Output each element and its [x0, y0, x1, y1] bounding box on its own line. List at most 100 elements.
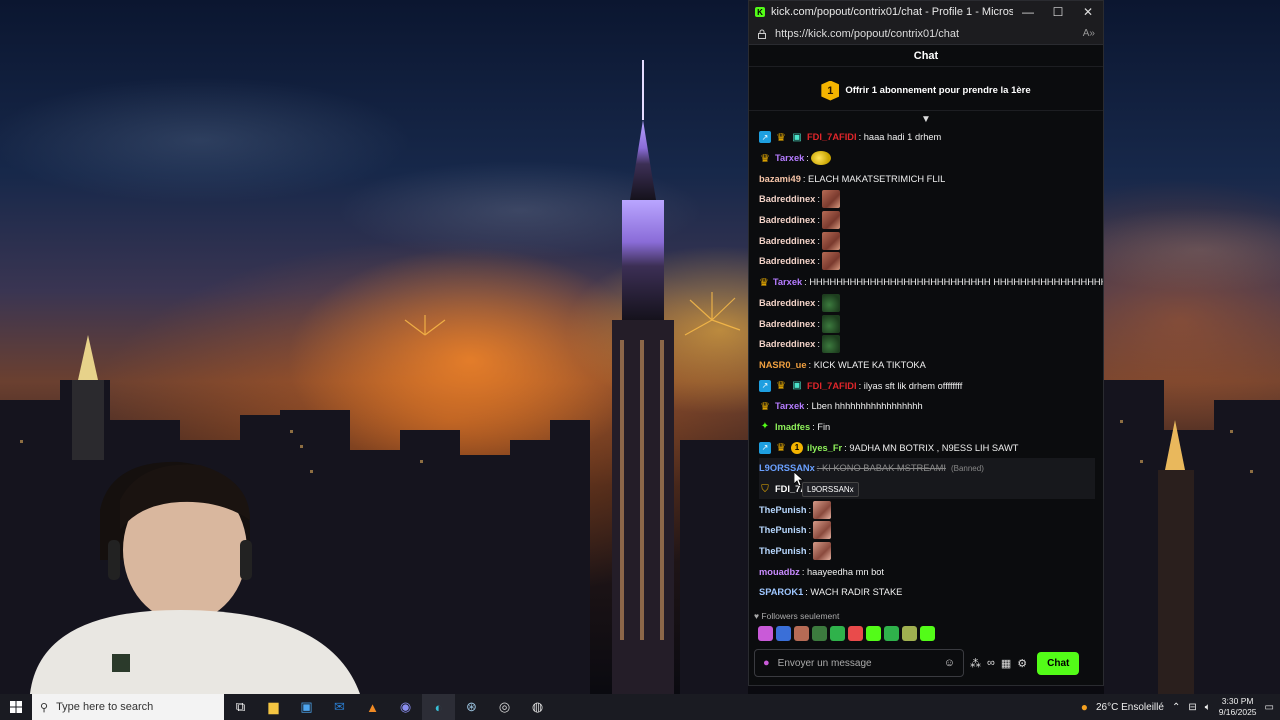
chat-message: ThePunish:: [759, 520, 1103, 541]
sub-banner-text: Offrir 1 abonnement pour prendre la 1ère: [845, 85, 1031, 96]
close-button[interactable]: ✕: [1073, 5, 1103, 19]
system-tray: ● 26°C Ensoleillé ⌃ ⊟ 🔈︎ 3:30 PM 9/16/20…: [1081, 696, 1280, 718]
emote-button[interactable]: [902, 626, 917, 641]
chevron-up-icon[interactable]: ⌃: [1172, 702, 1180, 713]
chat-text: : haayeedha mn bot: [801, 566, 884, 577]
edge-icon[interactable]: ◐: [422, 694, 455, 720]
store-app-icon[interactable]: ▣: [290, 699, 323, 715]
obs-icon[interactable]: ◎: [488, 699, 521, 715]
notification-icon[interactable]: ▭: [1265, 702, 1274, 713]
chat-username[interactable]: Tarxek: [773, 277, 802, 287]
chat-username[interactable]: Tarxek: [775, 153, 804, 163]
crown-badge-icon: ♛: [760, 400, 770, 413]
chat-username[interactable]: FDI_7AFIDI: [807, 381, 857, 391]
chat-username[interactable]: ThePunish: [759, 525, 807, 535]
gift-badge-icon: ✦: [760, 421, 770, 433]
clock[interactable]: 3:30 PM 9/16/2025: [1219, 696, 1257, 718]
read-aloud-icon[interactable]: A»: [1083, 28, 1095, 39]
chat-message: Badreddinex:: [759, 251, 1103, 272]
mic-icon[interactable]: ●: [763, 657, 770, 669]
task-view-icon[interactable]: ⧉: [224, 699, 257, 715]
chat-username[interactable]: ThePunish: [759, 505, 807, 515]
emote-button[interactable]: [812, 626, 827, 641]
emote-image: [821, 252, 840, 271]
chat-text: :: [817, 318, 820, 329]
chat-message: ♛ Tarxek: HHHHHHHHHHHHHHHHHHHHHHHHHHH HHH…: [759, 272, 1103, 293]
chat-username[interactable]: bazami49: [759, 174, 801, 184]
chat-username[interactable]: Imadfes: [775, 422, 810, 432]
emote-button[interactable]: [884, 626, 899, 641]
emote-button[interactable]: [866, 626, 881, 641]
volume-icon[interactable]: 🔈︎: [1205, 702, 1211, 713]
chat-text: : ELACH MAKATSETRIMICH FLIL: [802, 173, 946, 184]
chat-username[interactable]: Badreddinex: [759, 215, 815, 225]
chat-username[interactable]: NASR0_ue: [759, 360, 807, 370]
chat-text: : 9ADHA MN BOTRIX , N9ESS LIH SAWT: [844, 442, 1019, 453]
sub-badge-icon: ↗: [759, 441, 771, 454]
url-text[interactable]: https://kick.com/popout/contrix01/chat: [775, 28, 1083, 40]
chat-username[interactable]: L9ORSSANx: [759, 463, 815, 473]
chat-username[interactable]: Badreddinex: [759, 339, 815, 349]
title-bar: K kick.com/popout/contrix01/chat - Profi…: [749, 1, 1103, 23]
taskbar-search[interactable]: ⚲ Type here to search: [32, 694, 224, 720]
steam-icon[interactable]: ⊛: [455, 699, 488, 715]
start-button[interactable]: [0, 701, 32, 713]
chat-text: : KI KONO BABAK MSTREAMI: [816, 463, 946, 474]
share-icon[interactable]: ⁂: [970, 657, 981, 670]
chat-message: mouadbz: haayeedha mn bot: [759, 561, 1103, 582]
sub-badge-icon: ↗: [759, 379, 771, 392]
chat-username[interactable]: Badreddinex: [759, 256, 815, 266]
pin-icon[interactable]: ▼: [749, 111, 1103, 127]
vlc-icon[interactable]: ▲: [356, 700, 389, 715]
emote-button[interactable]: [920, 626, 935, 641]
message-input-box[interactable]: ● ☺: [754, 649, 964, 677]
emote-image: [813, 542, 832, 561]
message-input[interactable]: [777, 657, 936, 669]
chat-message: Badreddinex:: [759, 230, 1103, 251]
emote-image: [813, 500, 832, 519]
chat-username[interactable]: SPAROK1: [759, 587, 803, 597]
file-explorer-icon[interactable]: ▆: [257, 699, 290, 715]
emote-image: [821, 314, 840, 333]
bot-badge-icon: ▣: [792, 131, 802, 143]
chat-username[interactable]: Badreddinex: [759, 194, 815, 204]
infinity-icon[interactable]: ∞: [987, 657, 995, 669]
maximize-button[interactable]: ☐: [1043, 5, 1073, 19]
emote-button[interactable]: [848, 626, 863, 641]
weather-text[interactable]: 26°C Ensoleillé: [1096, 702, 1164, 713]
chat-message: ThePunish:: [759, 541, 1103, 562]
chat-input-row: ● ☺ ⁂ ∞ ▦ ⚙ Chat: [754, 649, 1098, 677]
mouse-cursor-icon: [794, 472, 804, 486]
chat-username[interactable]: FDI_7AFIDI: [807, 132, 857, 142]
chat-message: ✦ Imadfes: Fin: [759, 417, 1103, 438]
chat-username[interactable]: Badreddinex: [759, 236, 815, 246]
chat-username[interactable]: mouadbz: [759, 567, 800, 577]
chat-username[interactable]: Badreddinex: [759, 319, 815, 329]
send-chat-button[interactable]: Chat: [1037, 651, 1080, 675]
kick-favicon-icon: K: [755, 7, 765, 17]
windows-taskbar: ⚲ Type here to search ⧉ ▆ ▣ ✉ ▲ ◉ ◐ ⊛ ◎ …: [0, 694, 1280, 720]
discord-icon[interactable]: ◉: [389, 699, 422, 715]
search-icon: ⚲: [40, 701, 49, 714]
chat-username[interactable]: Tarxek: [775, 401, 804, 411]
network-icon[interactable]: ⊟: [1188, 702, 1196, 713]
chat-message: L9ORSSANx: KI KONO BABAK MSTREAMI (Banned…: [759, 458, 1095, 479]
gift-sub-banner[interactable]: 1 Offrir 1 abonnement pour prendre la 1è…: [749, 71, 1103, 111]
emote-button[interactable]: [830, 626, 845, 641]
chat-username[interactable]: ThePunish: [759, 546, 807, 556]
chat-message: bazami49: ELACH MAKATSETRIMICH FLIL: [759, 168, 1103, 189]
app-icon[interactable]: ◍: [521, 699, 554, 715]
chat-username[interactable]: Badreddinex: [759, 298, 815, 308]
chat-username[interactable]: ilyes_Fr: [807, 443, 842, 453]
settings-gear-icon[interactable]: ⚙: [1017, 657, 1027, 670]
emoji-icon[interactable]: ☺: [944, 657, 955, 669]
store-icon[interactable]: ▦: [1001, 657, 1011, 670]
emote-button[interactable]: [758, 626, 773, 641]
chat-text: : Lben hhhhhhhhhhhhhhhhh: [806, 401, 923, 412]
emote-button[interactable]: [776, 626, 791, 641]
minimize-button[interactable]: —: [1013, 5, 1043, 19]
chat-text: : KICK WLATE KA TIKTOKA: [808, 359, 926, 370]
outlook-icon[interactable]: ✉: [323, 699, 356, 715]
address-bar[interactable]: https://kick.com/popout/contrix01/chat A…: [749, 23, 1103, 45]
emote-button[interactable]: [794, 626, 809, 641]
